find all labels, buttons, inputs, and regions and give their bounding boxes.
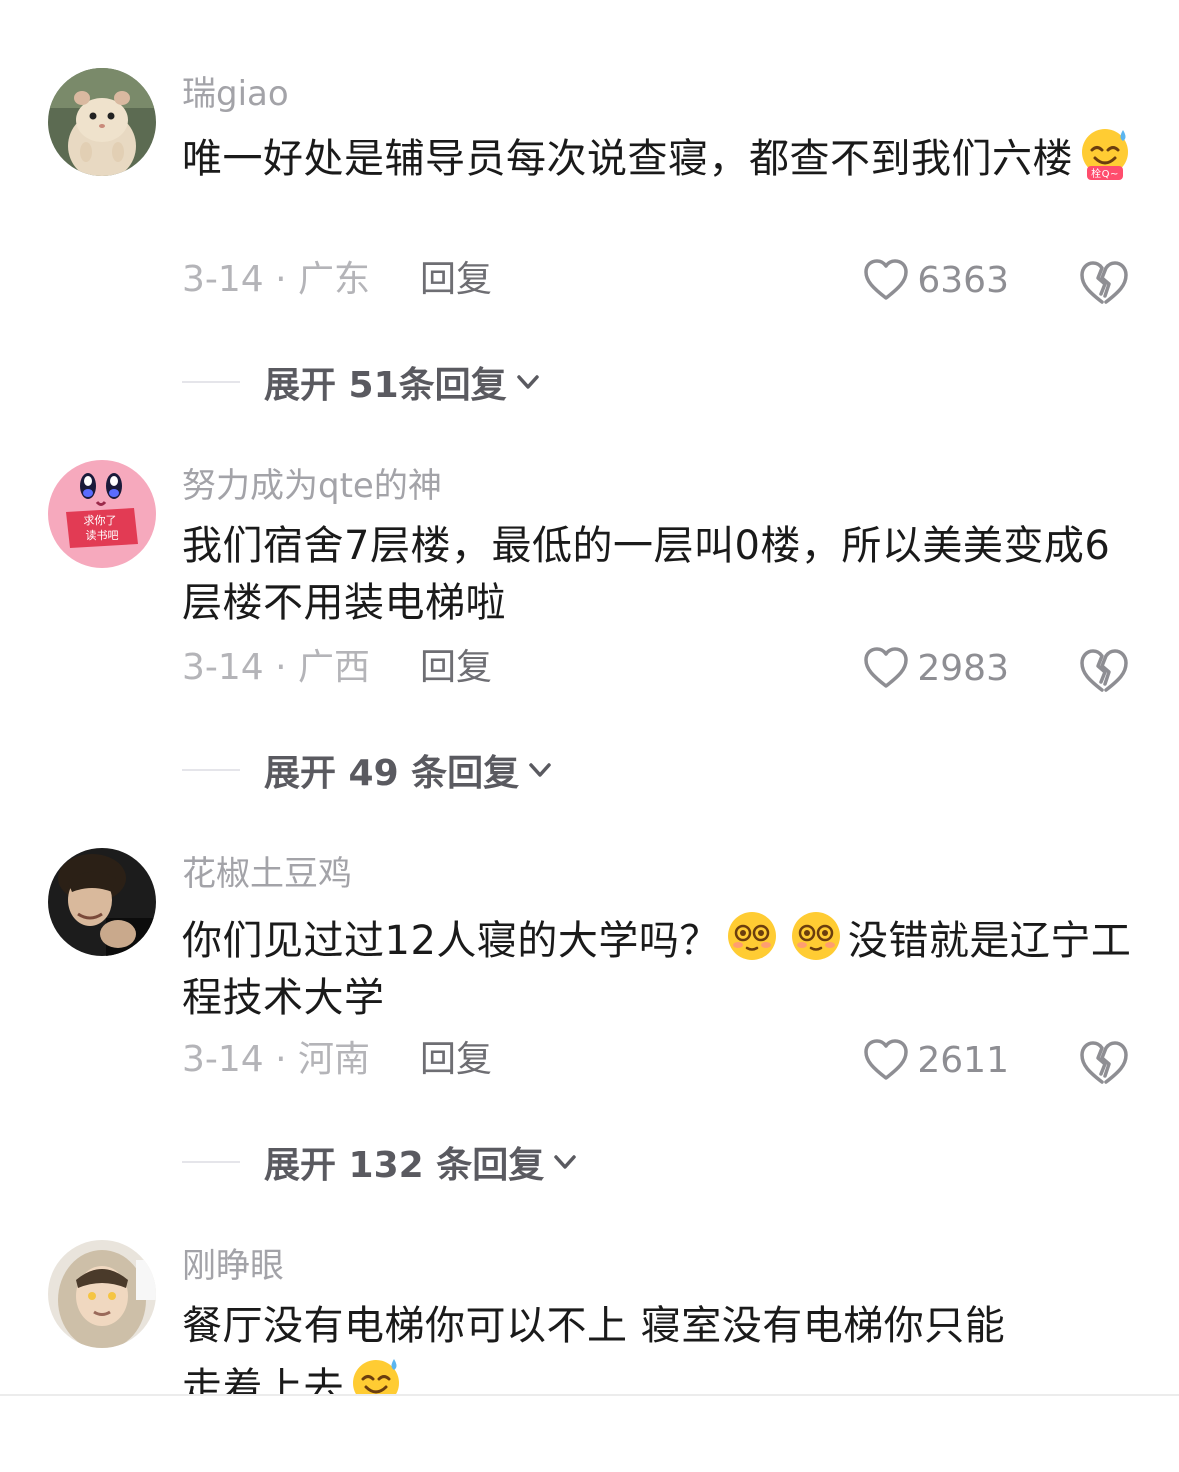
reply-button[interactable]: 回复 [420, 646, 492, 690]
username[interactable]: 刚睁眼 [182, 1244, 284, 1288]
divider-line [182, 381, 240, 383]
reply-button[interactable]: 回复 [420, 258, 492, 302]
username[interactable]: 瑞giao [182, 72, 289, 116]
like-count: 2611 [917, 1039, 1009, 1081]
comment-list: 瑞giao 唯一好处是辅导员每次说查寝，都查不到我们六楼 栓Q~ 3-14 · … [0, 0, 1179, 1472]
avatar-sign-text-1: 求你了 [84, 514, 117, 527]
avatar[interactable] [48, 1240, 156, 1348]
like-count: 6363 [917, 259, 1009, 301]
comment-text: 我们宿舍7层楼，最低的一层叫0楼，所以美美变成6层楼不用装电梯啦 [182, 523, 1111, 626]
comment-date-location: 3-14 · 广东 [182, 259, 371, 300]
broken-heart-icon[interactable] [1078, 644, 1130, 696]
comment-date-location: 3-14 · 广西 [182, 647, 371, 688]
heart-icon [864, 1039, 909, 1080]
heart-icon [864, 647, 909, 688]
person-avatar-image [48, 1240, 156, 1348]
expand-replies-label: 展开 132 条回复 [264, 1145, 545, 1186]
chevron-down-icon [516, 375, 539, 389]
sweat-smile-emoji-icon: 栓Q~ [1075, 126, 1135, 182]
expand-replies-button[interactable]: 展开 132 条回复 [182, 1140, 580, 1186]
expand-replies-label: 展开 51条回复 [264, 365, 507, 406]
reply-button[interactable]: 回复 [420, 1038, 492, 1082]
avatar[interactable] [48, 848, 156, 956]
comment-text: 唯一好处是辅导员每次说查寝，都查不到我们六楼 栓Q~ [182, 126, 1142, 188]
chevron-down-icon [529, 763, 551, 777]
comment-text-content: 你们见过过12人寝的大学吗？ [182, 918, 720, 964]
dizzy-face-emoji-icon [722, 908, 782, 964]
avatar-sign-text-2: 读书吧 [86, 528, 119, 542]
hamster-avatar-image [48, 68, 156, 176]
chevron-down-icon [554, 1155, 576, 1169]
like-button[interactable]: 2983 [863, 642, 1009, 694]
kirby-avatar-image: 求你了 读书吧 [48, 460, 156, 568]
bottom-bar [0, 1396, 1179, 1472]
comment-date-location: 3-14 · 河南 [182, 1039, 371, 1080]
heart-icon [864, 259, 909, 300]
person-avatar-image [48, 848, 156, 956]
username[interactable]: 花椒土豆鸡 [182, 852, 352, 896]
comment-text-content: 唯一好处是辅导员每次说查寝，都查不到我们六楼 [182, 136, 1073, 182]
comment-text: 你们见过过12人寝的大学吗？ 没错就是辽宁工程技术大学 [182, 908, 1142, 1027]
expand-replies-label: 展开 49 条回复 [264, 753, 520, 794]
broken-heart-icon[interactable] [1078, 256, 1130, 308]
like-button[interactable]: 6363 [863, 254, 1009, 306]
expand-replies-button[interactable]: 展开 51条回复 [182, 360, 543, 406]
like-count: 2983 [917, 647, 1009, 689]
username[interactable]: 努力成为qte的神 [182, 464, 442, 508]
avatar[interactable] [48, 68, 156, 176]
like-button[interactable]: 2611 [863, 1034, 1009, 1086]
dizzy-face-emoji-icon [786, 908, 846, 964]
broken-heart-icon[interactable] [1078, 1036, 1130, 1088]
comment-text-line: 餐厅没有电梯你可以不上 寝室没有电梯你只能 [182, 1303, 1006, 1349]
avatar[interactable]: 求你了 读书吧 [48, 460, 156, 568]
divider-line [182, 769, 240, 771]
expand-replies-button[interactable]: 展开 49 条回复 [182, 748, 555, 794]
divider-line [182, 1161, 240, 1163]
emoji-caption: 栓Q~ [1091, 167, 1119, 180]
